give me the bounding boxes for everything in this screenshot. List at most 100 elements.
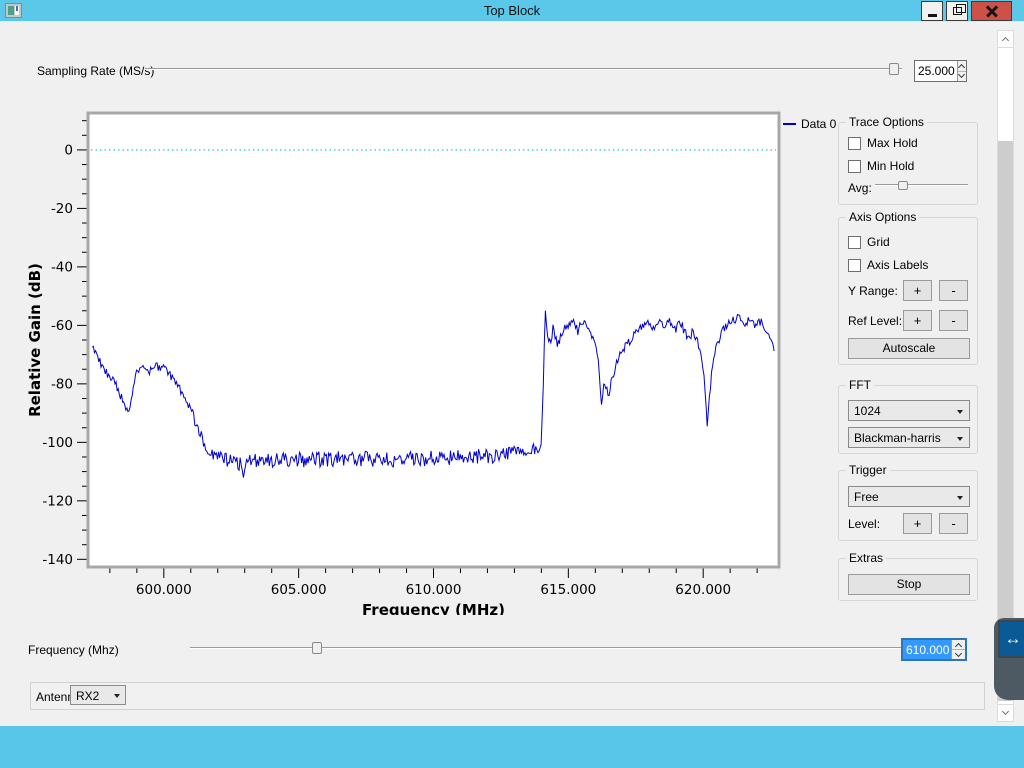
max-hold-checkbox-row[interactable]: Max Hold <box>848 135 918 151</box>
grid-label: Grid <box>867 235 890 249</box>
y-tick-label: -40 <box>51 259 73 275</box>
window-title: Top Block <box>0 3 1024 18</box>
antenna-dropdown[interactable]: RX2 <box>70 685 126 705</box>
chevron-up-icon <box>1002 37 1009 44</box>
max-hold-label: Max Hold <box>867 136 918 150</box>
fft-size-dropdown[interactable]: 1024 <box>848 400 970 421</box>
sampling-rate-spin-down[interactable] <box>958 72 966 82</box>
y-tick-label: 0 <box>64 142 73 158</box>
sampling-rate-value[interactable]: 25.000 <box>915 61 957 81</box>
y-axis-title: Relative Gain (dB) <box>26 263 44 417</box>
close-button[interactable] <box>971 1 1012 21</box>
trace-options-title: Trace Options <box>846 115 927 129</box>
frequency-label: Frequency (Mhz) <box>28 643 119 657</box>
chevron-up-icon <box>958 64 965 71</box>
trigger-level-label: Level: <box>848 517 880 531</box>
sampling-rate-slider[interactable] <box>145 62 902 76</box>
avg-slider[interactable] <box>875 178 968 192</box>
trigger-level-plus-button[interactable]: + <box>903 513 932 534</box>
fft-size-value: 1024 <box>854 404 881 418</box>
restore-button[interactable] <box>946 1 968 21</box>
sampling-rate-slider-track[interactable] <box>145 68 902 70</box>
min-hold-checkbox[interactable] <box>848 160 861 173</box>
fft-title: FFT <box>846 378 874 392</box>
y-range-minus-button[interactable]: - <box>939 280 968 301</box>
fft-window-value: Blackman-harris <box>854 431 941 445</box>
trigger-mode-value: Free <box>854 490 879 504</box>
x-tick-label: 620.000 <box>675 582 731 598</box>
chevron-down-icon <box>955 649 962 656</box>
trigger-mode-dropdown[interactable]: Free <box>848 486 970 507</box>
minimize-button[interactable] <box>921 1 943 21</box>
desktop-screen: Top Block Sampling Rate (MS/s) 25.000 60… <box>0 0 1024 768</box>
max-hold-checkbox[interactable] <box>848 137 861 150</box>
avg-label: Avg: <box>848 181 872 195</box>
antenna-value: RX2 <box>76 689 99 703</box>
sampling-rate-slider-handle[interactable] <box>889 63 899 75</box>
y-tick-label: -80 <box>51 376 73 392</box>
ref-level-plus-button[interactable]: + <box>903 310 932 331</box>
titlebar: Top Block <box>0 0 1024 22</box>
restore-icon <box>953 7 962 15</box>
trigger-title: Trigger <box>846 463 890 477</box>
ref-level-label: Ref Level: <box>848 314 902 328</box>
frequency-slider[interactable] <box>190 641 960 655</box>
y-range-plus-button[interactable]: + <box>903 280 932 301</box>
trace-options-group: Trace Options Max Hold Min Hold Avg: <box>838 122 978 205</box>
teamviewer-side-tab[interactable]: ↔ <box>992 612 1024 708</box>
y-tick-label: -60 <box>51 318 73 334</box>
sampling-rate-spinbox[interactable]: 25.000 <box>914 60 967 82</box>
axis-labels-checkbox[interactable] <box>848 259 861 272</box>
axis-options-title: Axis Options <box>846 210 919 224</box>
fft-group: FFT 1024 Blackman-harris <box>838 385 978 454</box>
chevron-down-icon <box>958 71 965 78</box>
dropdown-arrow-icon <box>957 437 963 441</box>
dropdown-arrow-icon <box>957 496 963 500</box>
y-tick-label: -120 <box>42 493 73 509</box>
legend-line-swatch <box>783 123 796 125</box>
legend-label: Data 0 <box>801 117 836 131</box>
x-tick-label: 610.000 <box>406 582 462 598</box>
y-tick-label: -140 <box>42 552 73 568</box>
minimize-icon <box>928 14 937 17</box>
x-tick-label: 615.000 <box>540 582 596 598</box>
axis-options-group: Axis Options Grid Axis Labels Y Range: +… <box>838 217 978 365</box>
extras-title: Extras <box>846 551 886 565</box>
trigger-level-minus-button[interactable]: - <box>939 513 968 534</box>
fft-window-dropdown[interactable]: Blackman-harris <box>848 427 970 448</box>
scroll-up-button[interactable] <box>998 31 1013 48</box>
antenna-panel <box>30 682 985 710</box>
y-tick-label: -100 <box>42 435 73 451</box>
taskbar: ›_ C:\_ <box>0 726 1024 768</box>
axis-labels-label: Axis Labels <box>867 258 928 272</box>
ref-level-minus-button[interactable]: - <box>939 310 968 331</box>
extras-group: Extras Stop <box>838 558 978 601</box>
dropdown-arrow-icon <box>114 694 120 698</box>
chevron-down-icon <box>1002 708 1009 715</box>
avg-slider-track[interactable] <box>875 184 968 186</box>
x-tick-label: 605.000 <box>271 582 327 598</box>
stop-button[interactable]: Stop <box>848 574 970 595</box>
min-hold-label: Min Hold <box>867 159 914 173</box>
grid-checkbox[interactable] <box>848 236 861 249</box>
sampling-rate-label: Sampling Rate (MS/s) <box>37 64 154 78</box>
y-range-label: Y Range: <box>848 284 898 298</box>
avg-slider-handle[interactable] <box>898 181 908 190</box>
frequency-spin-down[interactable] <box>952 650 965 659</box>
autoscale-button[interactable]: Autoscale <box>848 338 970 359</box>
frequency-spin-up[interactable] <box>952 640 965 650</box>
frequency-slider-handle[interactable] <box>312 642 322 654</box>
axis-labels-checkbox-row[interactable]: Axis Labels <box>848 257 928 273</box>
trigger-group: Trigger Free Level: + - <box>838 470 978 541</box>
plot-canvas <box>88 113 779 567</box>
spectrum-plot[interactable]: 600.000605.000610.000615.000620.000Frequ… <box>20 105 810 615</box>
frequency-slider-track[interactable] <box>190 647 960 649</box>
grid-checkbox-row[interactable]: Grid <box>848 234 890 250</box>
dropdown-arrow-icon <box>957 410 963 414</box>
frequency-value[interactable]: 610.000 <box>903 640 951 659</box>
frequency-spinbox[interactable]: 610.000 <box>901 638 967 661</box>
legend-item-data0[interactable]: Data 0 <box>783 117 836 131</box>
min-hold-checkbox-row[interactable]: Min Hold <box>848 158 914 174</box>
x-tick-label: 600.000 <box>136 582 192 598</box>
sampling-rate-spin-up[interactable] <box>958 61 966 72</box>
